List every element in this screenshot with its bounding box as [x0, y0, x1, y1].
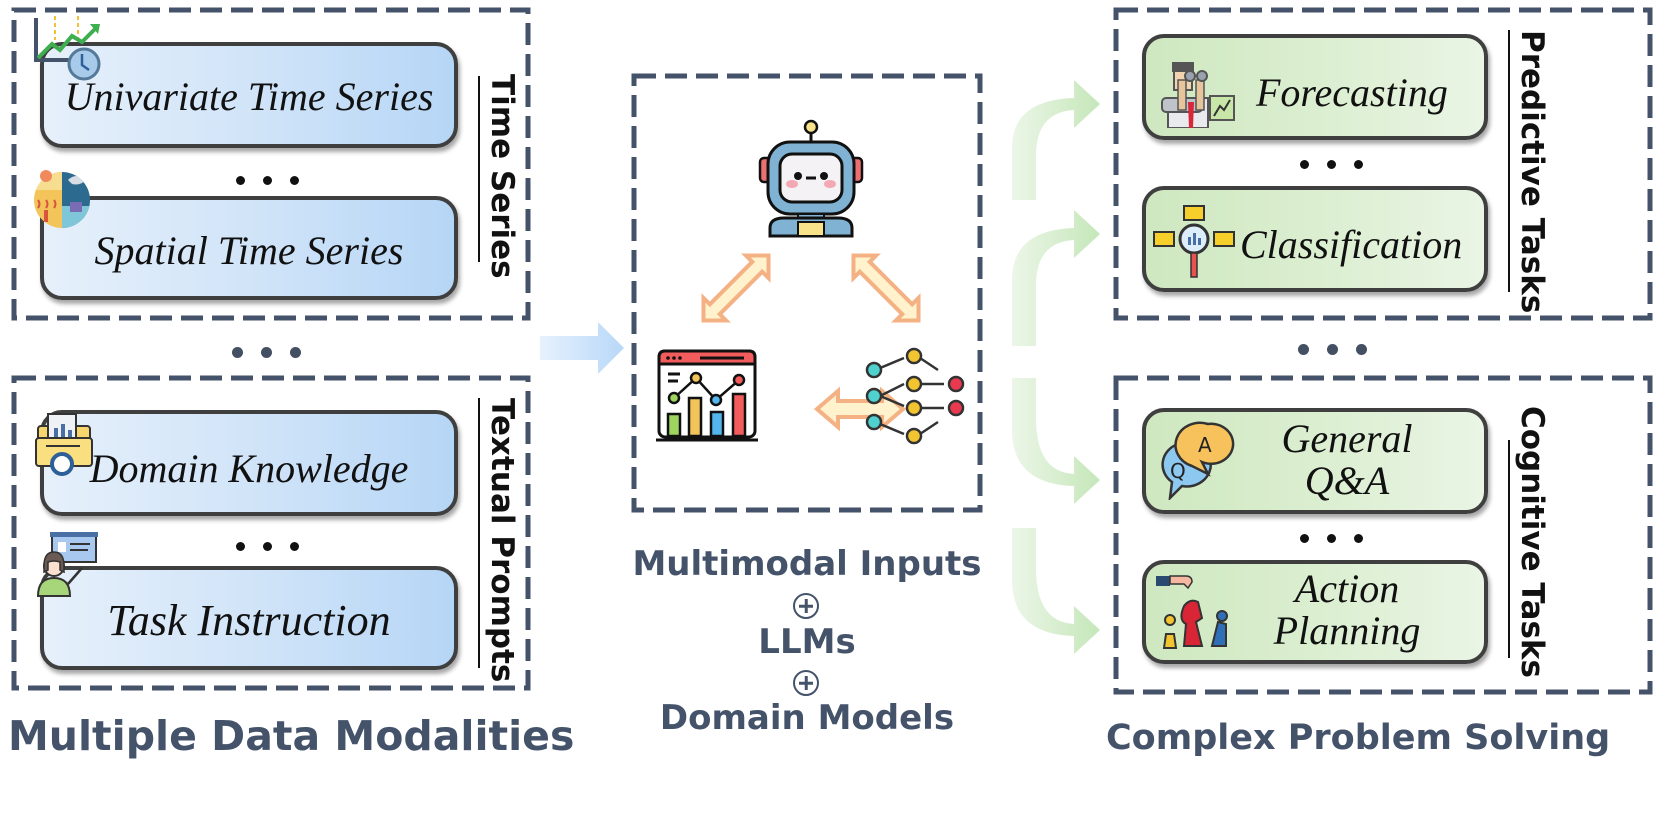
textual-prompts-divider [478, 398, 480, 668]
ellipsis-left-groups [232, 347, 301, 358]
left-panel-title: Multiple Data Modalities [8, 712, 575, 760]
plus-operator-icon [793, 593, 819, 619]
climate-globe-icon [34, 170, 90, 228]
univariate-time-series-label: Univariate Time Series [64, 74, 434, 119]
input-arrow [540, 322, 624, 374]
domain-knowledge-box: Domain Knowledge [40, 410, 458, 516]
cognitive-tasks-label: Cognitive Tasks [1514, 406, 1550, 678]
ellipsis-right-groups [1298, 344, 1367, 355]
teacher-presentation-icon [36, 532, 98, 597]
spatial-time-series-label: Spatial Time Series [94, 228, 404, 273]
right-panel-title: Complex Problem Solving [1106, 718, 1611, 758]
action-planning-label-line1: Action [1294, 566, 1400, 611]
binoculars-analyst-icon [1161, 62, 1235, 128]
arrow-to-general-qa [1012, 378, 1100, 504]
arrow-to-classification [1012, 210, 1100, 346]
textual-prompts-label: Textual Prompts [484, 398, 520, 683]
arrow-to-action-planning [1012, 528, 1100, 654]
plus-operator-icon [793, 670, 819, 696]
document-folder-icon [35, 413, 93, 476]
arrow-to-forecasting [1012, 80, 1100, 200]
predictive-tasks-divider [1508, 30, 1510, 292]
task-instruction-box: Task Instruction [40, 566, 458, 670]
ellipsis-time-series [236, 176, 299, 185]
ellipsis-predictive [1300, 160, 1363, 169]
ellipsis-cognitive [1300, 534, 1363, 543]
line-chart-clock-icon [34, 16, 101, 81]
classification-label: Classification [1240, 222, 1463, 267]
cognitive-tasks-divider [1508, 440, 1510, 658]
bidirectional-arrow-left [701, 253, 771, 323]
domain-knowledge-label: Domain Knowledge [89, 446, 409, 491]
magnifier-categories-icon [1153, 205, 1235, 278]
time-series-divider [478, 76, 480, 262]
neural-network-icon [865, 347, 965, 445]
general-qa-label-line1: General [1281, 416, 1413, 461]
qa-chat-bubbles-icon: Q A [1161, 421, 1235, 500]
output-arrows [1012, 80, 1100, 654]
chess-pieces-icon [1156, 575, 1228, 649]
bidirectional-arrow-right [851, 253, 921, 323]
forecasting-label: Forecasting [1256, 70, 1448, 115]
spatial-time-series-box: Spatial Time Series [40, 196, 458, 300]
llms-label: LLMs [758, 622, 856, 662]
action-planning-label-line2: Planning [1273, 608, 1421, 653]
general-qa-label-line2: Q&A [1304, 458, 1390, 503]
ellipsis-textual-prompts [236, 542, 299, 551]
time-series-label: Time Series [484, 74, 520, 279]
predictive-tasks-label: Predictive Tasks [1514, 30, 1550, 314]
svg-text:A: A [1198, 433, 1212, 457]
multimodal-inputs-label: Multimodal Inputs [632, 544, 982, 584]
domain-models-label: Domain Models [659, 698, 955, 738]
task-instruction-label: Task Instruction [107, 596, 391, 645]
dashboard-chart-icon [656, 349, 758, 442]
robot-icon [758, 119, 864, 238]
